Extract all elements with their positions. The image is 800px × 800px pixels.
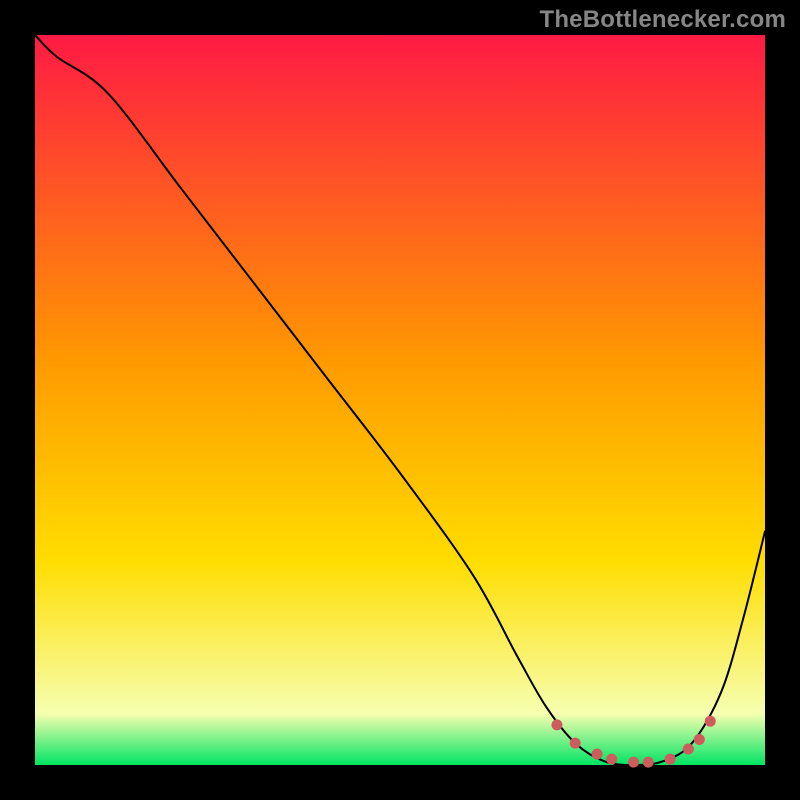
optimal-dot — [592, 749, 603, 760]
optimal-dot — [628, 757, 639, 768]
optimal-dot — [694, 734, 705, 745]
optimal-dot — [570, 738, 581, 749]
chart-svg — [0, 0, 800, 800]
chart-container: { "attribution": "TheBottlenecker.com", … — [0, 0, 800, 800]
optimal-dot — [705, 716, 716, 727]
optimal-dot — [683, 743, 694, 754]
attribution-text: TheBottlenecker.com — [539, 6, 786, 34]
optimal-dot — [551, 719, 562, 730]
plot-gradient-background — [35, 35, 765, 765]
optimal-dot — [643, 757, 654, 768]
optimal-dot — [665, 754, 676, 765]
optimal-dot — [606, 754, 617, 765]
